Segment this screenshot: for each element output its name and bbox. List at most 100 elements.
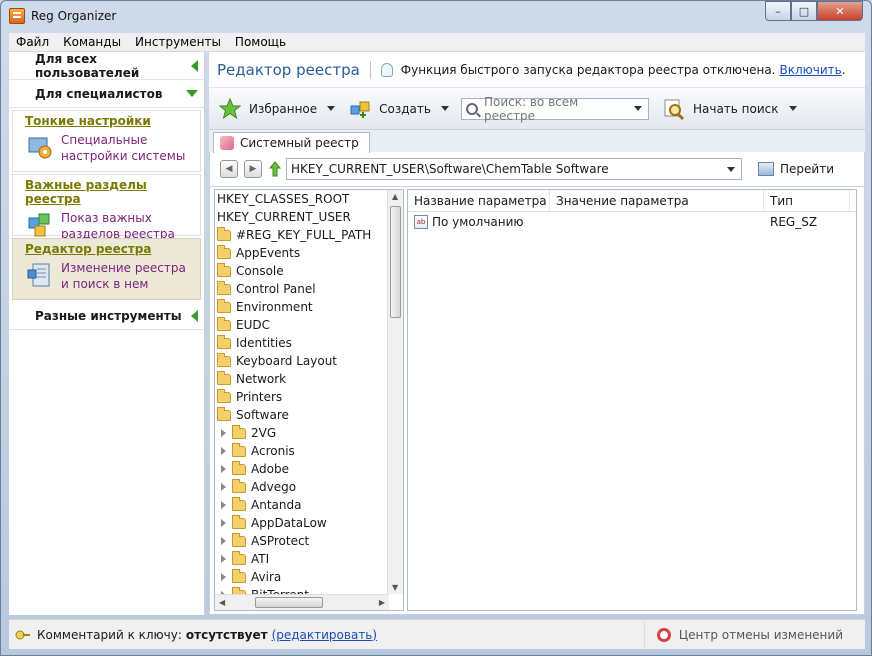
start-search-label: Начать поиск xyxy=(692,101,779,116)
minimize-button[interactable]: – xyxy=(765,1,791,21)
navigation-bar: ◀ ▶ HKEY_CURRENT_USER\Software\ChemTable… xyxy=(209,152,865,186)
tree-node[interactable]: Control Panel xyxy=(217,280,403,298)
title-bar[interactable]: Reg Organizer – □ ✕ xyxy=(1,1,871,31)
tree-node-child[interactable]: Avira xyxy=(217,568,403,586)
card-title[interactable]: Важные разделы реестра xyxy=(25,178,196,206)
scrollbar-thumb[interactable] xyxy=(390,206,401,318)
scroll-down-arrow-icon[interactable]: ▼ xyxy=(392,583,398,592)
tree-node-child[interactable]: ATI xyxy=(217,550,403,568)
tree-node-root[interactable]: HKEY_CURRENT_USER xyxy=(217,208,403,226)
dropdown-arrow-icon[interactable] xyxy=(788,106,797,111)
values-list[interactable]: Название параметра Значение параметра Ти… xyxy=(407,189,857,611)
tree-node-child[interactable]: Advego xyxy=(217,478,403,496)
folder-icon xyxy=(217,280,231,295)
expand-arrow-icon[interactable] xyxy=(221,483,226,491)
tree-node[interactable]: Software xyxy=(217,406,403,424)
tree-node-child[interactable]: Antanda xyxy=(217,496,403,514)
close-button[interactable]: ✕ xyxy=(817,1,863,21)
edit-comment-link[interactable]: (редактировать) xyxy=(272,628,378,642)
folder-icon xyxy=(217,298,231,313)
create-key-icon xyxy=(350,101,370,118)
column-value-header[interactable]: Значение параметра xyxy=(550,190,764,211)
tree-node[interactable]: #REG_KEY_FULL_PATH xyxy=(217,226,403,244)
expand-arrow-icon[interactable] xyxy=(221,465,226,473)
comment-label: Комментарий к ключу: xyxy=(37,627,182,642)
tree-node-label: Control Panel xyxy=(236,282,316,296)
tree-node[interactable]: Keyboard Layout xyxy=(217,352,403,370)
chevron-down-icon[interactable] xyxy=(727,166,735,172)
tree-node[interactable]: Printers xyxy=(217,388,403,406)
create-button[interactable]: Создать xyxy=(345,94,453,124)
search-scope-input[interactable]: Поиск: во всем реестре xyxy=(460,95,649,123)
folder-icon xyxy=(217,226,231,241)
tree-node-child[interactable]: AppDataLow xyxy=(217,514,403,532)
tree-vertical-scrollbar[interactable]: ▲ ▼ xyxy=(387,190,403,594)
scroll-right-arrow-icon[interactable]: ▶ xyxy=(379,598,385,607)
start-search-button[interactable]: Начать поиск xyxy=(659,94,801,124)
undo-center-button[interactable]: Центр отмены изменений xyxy=(643,620,865,650)
dropdown-arrow-icon[interactable] xyxy=(440,106,449,111)
tree-node-child[interactable]: Acronis xyxy=(217,442,403,460)
tree-node-root[interactable]: HKEY_CLASSES_ROOT xyxy=(217,190,403,208)
sidebar-section-specialists[interactable]: Для специалистов xyxy=(9,80,204,108)
create-label: Создать xyxy=(379,101,431,116)
tree-node-label: 2VG xyxy=(251,426,277,440)
tree-horizontal-scrollbar[interactable]: ◀ ▶ xyxy=(215,594,389,610)
chevron-down-icon[interactable] xyxy=(633,106,642,111)
expand-arrow-icon[interactable] xyxy=(221,429,226,437)
key-icon xyxy=(15,630,30,639)
menu-commands[interactable]: Команды xyxy=(56,35,128,49)
tree-node[interactable]: Identities xyxy=(217,334,403,352)
folder-icon xyxy=(232,460,246,475)
tree-node[interactable]: Network xyxy=(217,370,403,388)
card-title[interactable]: Тонкие настройки xyxy=(25,114,196,128)
tree-node[interactable]: AppEvents xyxy=(217,244,403,262)
sidebar-item-important-keys[interactable]: Важные разделы реестра Показ важных разд… xyxy=(12,174,201,241)
tree-node[interactable]: Console xyxy=(217,262,403,280)
forward-button[interactable]: ▶ xyxy=(244,160,262,178)
column-type-header[interactable]: Тип xyxy=(764,190,850,211)
maximize-button[interactable]: □ xyxy=(791,1,817,21)
tree-node-child[interactable]: Adobe xyxy=(217,460,403,478)
tree-node-label: Antanda xyxy=(251,498,302,512)
tree-node-child[interactable]: ASProtect xyxy=(217,532,403,550)
scroll-left-arrow-icon[interactable]: ◀ xyxy=(219,598,225,607)
sidebar-item-registry-editor[interactable]: Редактор реестра Изменение реестра и пои… xyxy=(12,238,201,300)
tab-system-registry[interactable]: Системный реестр xyxy=(213,132,370,153)
go-button[interactable]: Перейти xyxy=(758,162,834,176)
scrollbar-thumb[interactable] xyxy=(255,597,323,608)
key-path-input[interactable]: HKEY_CURRENT_USER\Software\ChemTable Sof… xyxy=(286,158,742,180)
expand-arrow-icon[interactable] xyxy=(221,519,226,527)
expand-arrow-icon[interactable] xyxy=(221,447,226,455)
table-row[interactable]: ab По умолчанию REG_SZ xyxy=(408,212,856,232)
favorites-button[interactable]: Избранное xyxy=(215,94,339,124)
back-button[interactable]: ◀ xyxy=(220,160,238,178)
page-header: Редактор реестра Функция быстрого запуск… xyxy=(209,52,865,88)
expand-arrow-icon[interactable] xyxy=(221,573,226,581)
dropdown-arrow-icon[interactable] xyxy=(327,106,336,111)
up-level-icon[interactable] xyxy=(268,161,282,177)
tree-node[interactable]: Environment xyxy=(217,298,403,316)
expand-arrow-icon[interactable] xyxy=(221,537,226,545)
settings-computer-icon xyxy=(28,137,52,159)
expand-arrow-icon[interactable] xyxy=(221,555,226,563)
sidebar-section-misc-tools[interactable]: Разные инструменты xyxy=(9,302,204,330)
registry-tree[interactable]: HKEY_CLASSES_ROOT HKEY_CURRENT_USER #REG_K… xyxy=(214,189,404,611)
column-name-header[interactable]: Название параметра xyxy=(408,190,550,211)
folder-icon xyxy=(217,334,231,349)
sidebar-section-all-users[interactable]: Для всех пользователей xyxy=(9,52,204,80)
enable-link[interactable]: Включить xyxy=(780,63,842,77)
menu-file[interactable]: Файл xyxy=(9,35,56,49)
string-value-icon: ab xyxy=(414,215,428,229)
menu-help[interactable]: Помощь xyxy=(228,35,293,49)
tree-node-child[interactable]: 2VG xyxy=(217,424,403,442)
expand-arrow-icon[interactable] xyxy=(221,501,226,509)
folder-icon xyxy=(217,406,231,421)
tree-node[interactable]: EUDC xyxy=(217,316,403,334)
tree-node-label: ATI xyxy=(251,552,270,566)
scroll-up-arrow-icon[interactable]: ▲ xyxy=(392,192,398,201)
menu-tools[interactable]: Инструменты xyxy=(128,35,228,49)
card-title[interactable]: Редактор реестра xyxy=(25,242,196,256)
tree-node-label: Avira xyxy=(251,570,282,584)
sidebar-item-tweaks[interactable]: Тонкие настройки Специальные настройки с… xyxy=(12,110,201,172)
